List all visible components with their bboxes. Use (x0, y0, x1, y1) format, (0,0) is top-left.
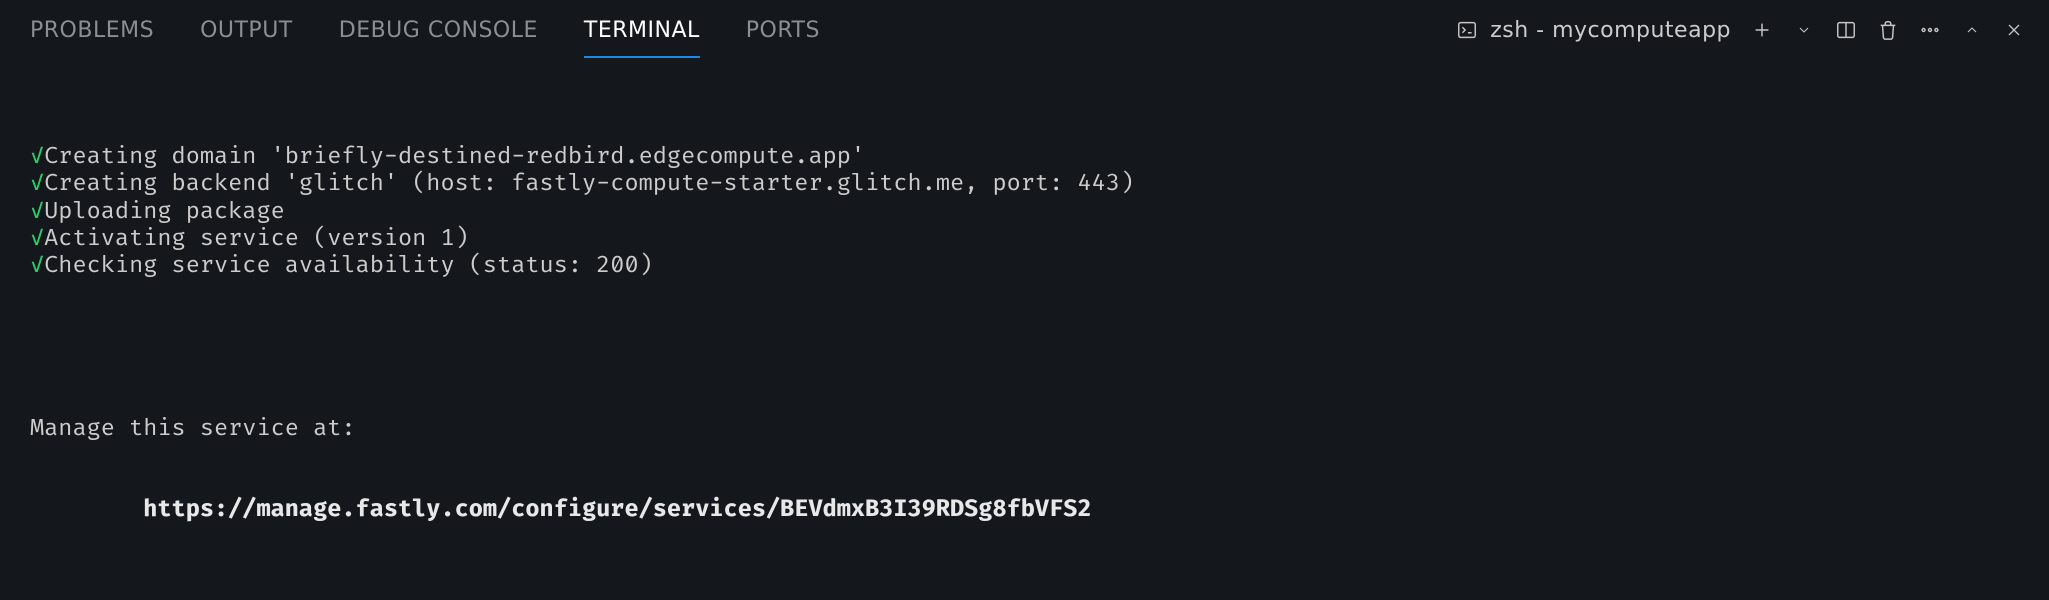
terminal-profile-chevron-icon[interactable] (1793, 19, 1815, 41)
close-panel-button[interactable] (2003, 19, 2025, 41)
blank-line (30, 578, 2019, 600)
deploy-steps: ✓ Creating domain 'briefly-destined-redb… (30, 144, 2019, 280)
deploy-step-text: Activating service (version 1) (44, 226, 469, 253)
terminal-selector[interactable]: zsh - mycomputeapp (1456, 18, 1731, 43)
tab-problems[interactable]: PROBLEMS (30, 0, 154, 60)
more-actions-button[interactable] (1919, 19, 1941, 41)
deploy-step-text: Creating domain 'briefly-destined-redbir… (44, 144, 865, 171)
tab-output[interactable]: OUTPUT (200, 0, 293, 60)
tab-ports[interactable]: PORTS (746, 0, 820, 60)
manage-url-line: https://manage.fastly.com/configure/serv… (30, 497, 2019, 524)
deploy-step: ✓ Creating domain 'briefly-destined-redb… (30, 144, 2019, 171)
deploy-step-text: Uploading package (44, 199, 285, 226)
new-terminal-button[interactable] (1751, 19, 1773, 41)
deploy-step: ✓ Creating backend 'glitch' (host: fastl… (30, 171, 2019, 198)
kill-terminal-button[interactable] (1877, 19, 1899, 41)
terminal-prompt-icon (1456, 19, 1478, 41)
deploy-step: ✓ Checking service availability (status:… (30, 253, 2019, 280)
deploy-step: ✓ Uploading package (30, 199, 2019, 226)
tab-debug-console[interactable]: DEBUG CONSOLE (339, 0, 538, 60)
panel-tabs: PROBLEMS OUTPUT DEBUG CONSOLE TERMINAL P… (30, 0, 820, 60)
check-icon: ✓ (30, 253, 44, 280)
panel-right-actions: zsh - mycomputeapp (1456, 18, 2025, 43)
tab-terminal[interactable]: TERMINAL (584, 0, 700, 60)
manage-label: Manage this service at: (30, 416, 2019, 443)
check-icon: ✓ (30, 226, 44, 253)
deploy-step: ✓ Activating service (version 1) (30, 226, 2019, 253)
terminal-selector-label: zsh - mycomputeapp (1490, 18, 1731, 43)
hide-panel-button[interactable] (1961, 19, 1983, 41)
manage-url: https://manage.fastly.com/configure/serv… (143, 496, 1091, 524)
split-terminal-button[interactable] (1835, 19, 1857, 41)
deploy-step-text: Creating backend 'glitch' (host: fastly-… (44, 171, 1134, 198)
blank-line (30, 334, 2019, 361)
terminal-output[interactable]: ✓ Creating domain 'briefly-destined-redb… (0, 60, 2049, 600)
check-icon: ✓ (30, 199, 44, 226)
check-icon: ✓ (30, 144, 44, 171)
deploy-step-text: Checking service availability (status: 2… (44, 253, 653, 280)
check-icon: ✓ (30, 171, 44, 198)
panel-tab-bar: PROBLEMS OUTPUT DEBUG CONSOLE TERMINAL P… (0, 0, 2049, 60)
